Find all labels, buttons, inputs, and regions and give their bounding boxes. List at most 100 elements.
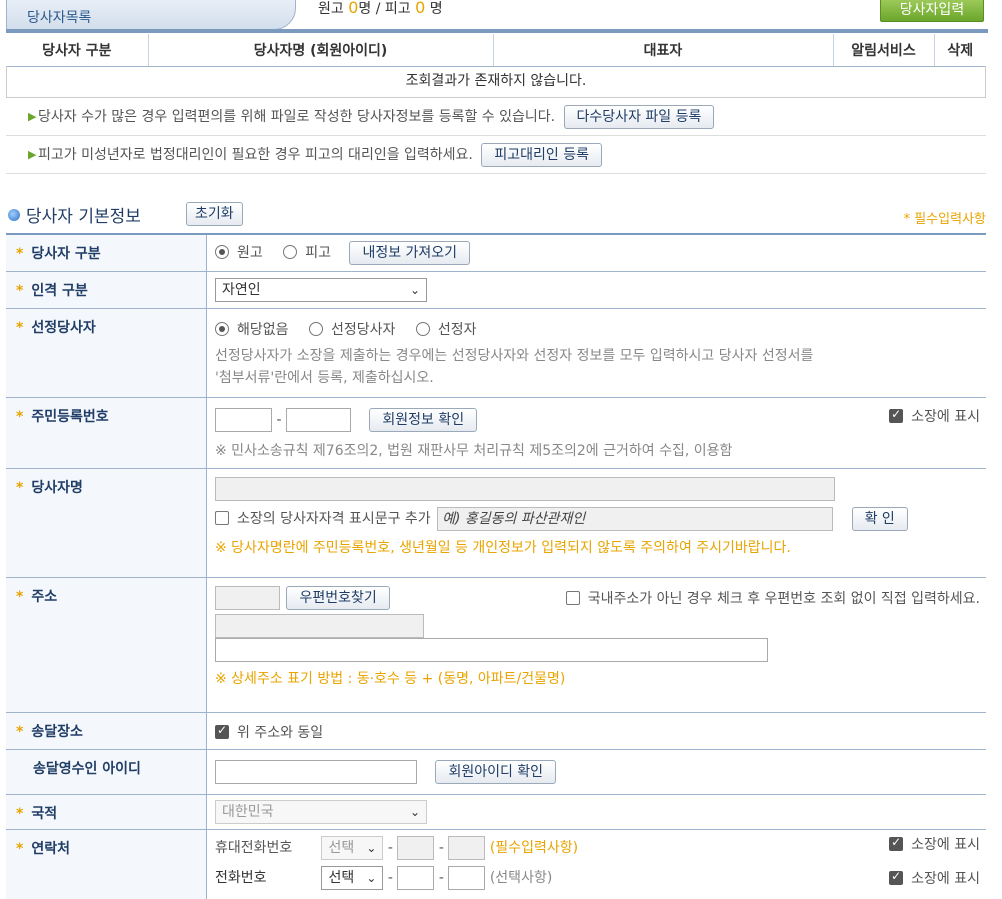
label-party-name-text: 당사자명 bbox=[31, 480, 83, 496]
radio-selector-label: 선정자 bbox=[437, 322, 477, 338]
section-title-text: 당사자 기본정보 bbox=[26, 207, 141, 227]
radio-selected-party[interactable] bbox=[308, 322, 323, 336]
nationality-select[interactable]: 대한민국 ⌄ bbox=[215, 800, 427, 824]
row-address: * 주소 우편번호찾기 국내주소가 아닌 경우 체크 후 우편번호 조회 없이 직… bbox=[6, 578, 986, 713]
mobile-show-check[interactable]: 소장에 표시 bbox=[889, 834, 980, 854]
row-party-name: * 당사자명 소장의 당사자자격 표시문구 추가 예) 홍길동의 파산관재인 확 … bbox=[6, 469, 986, 578]
qualification-input[interactable]: 예) 홍길동의 파산관재인 bbox=[437, 507, 834, 531]
chevron-down-icon: ⌄ bbox=[409, 805, 420, 819]
tab-party-list[interactable]: 당사자목록 bbox=[6, 0, 296, 30]
row-selected-party: * 선정당사자 해당없음 선정당사자 선정자 선정당사자가 소장을 제출하는 경우… bbox=[6, 309, 986, 398]
info-minor: ▶ 피고가 미성년자로 법정대리인이 필요한 경우 피고의 대리인을 입력하세요… bbox=[6, 136, 986, 174]
radio-plaintiff-label: 원고 bbox=[237, 245, 263, 261]
address-base-input[interactable] bbox=[215, 614, 424, 638]
col-party-type: 당사자 구분 bbox=[6, 34, 149, 67]
plaintiff-count: 0 bbox=[348, 0, 359, 17]
party-count: 원고 0명 / 피고 0 명 bbox=[318, 0, 443, 18]
label-delivery: * 송달장소 bbox=[6, 713, 207, 749]
mobile-prefix-select[interactable]: 선택 ⌄ bbox=[321, 836, 384, 860]
label-party-name: * 당사자명 bbox=[6, 469, 207, 577]
content-party-name: 소장의 당사자자격 표시문구 추가 예) 홍길동의 파산관재인 확 인 ※ 당사… bbox=[207, 469, 986, 577]
info-minor-text: 피고가 미성년자로 법정대리인이 필요한 경우 피고의 대리인을 입력하세요. bbox=[38, 147, 473, 163]
row-rrn: * 주민등록번호 - 회원정보 확인 ※ 민사소송규칙 제76조의2, 법원 재판… bbox=[6, 398, 986, 469]
checkbox-qualification[interactable] bbox=[215, 511, 229, 525]
label-selected-party: * 선정당사자 bbox=[6, 309, 207, 397]
label-selected-party-text: 선정당사자 bbox=[31, 320, 96, 336]
party-input-button[interactable]: 당사자입력 bbox=[880, 0, 984, 22]
radio-none[interactable] bbox=[215, 322, 229, 336]
col-delete: 삭제 bbox=[934, 34, 986, 67]
defendant-agent-button[interactable]: 피고대리인 등록 bbox=[481, 143, 602, 167]
rrn-front-input[interactable] bbox=[215, 408, 272, 432]
count-separator: / bbox=[375, 1, 381, 17]
phone-last-input[interactable] bbox=[448, 866, 486, 890]
party-name-input[interactable] bbox=[215, 477, 835, 501]
required-star: * bbox=[16, 724, 24, 740]
label-party-type-text: 당사자 구분 bbox=[31, 246, 101, 262]
mobile-prefix-value: 선택 bbox=[328, 840, 355, 856]
mobile-dash: - bbox=[387, 840, 393, 856]
tab-divider bbox=[6, 29, 988, 33]
party-name-warning: ※ 당사자명란에 주민등록번호, 생년월일 등 개인정보가 입력되지 않도록 주… bbox=[215, 540, 791, 556]
checkbox-phone-show[interactable] bbox=[889, 869, 904, 885]
radio-plaintiff[interactable] bbox=[215, 245, 229, 259]
required-note: * 필수입력사항 bbox=[903, 212, 986, 227]
row-party-type: * 당사자 구분 원고 피고 내정보 가져오기 bbox=[6, 235, 986, 272]
checkbox-rrn-show[interactable] bbox=[889, 407, 904, 423]
phone-mid-input[interactable] bbox=[397, 866, 435, 890]
radio-none-label: 해당없음 bbox=[237, 322, 289, 338]
phone-show-check[interactable]: 소장에 표시 bbox=[889, 868, 980, 888]
address-detail-input[interactable] bbox=[215, 638, 768, 662]
load-my-info-button[interactable]: 내정보 가져오기 bbox=[349, 241, 471, 265]
mobile-last-input[interactable] bbox=[448, 836, 486, 860]
checkbox-mobile-show[interactable] bbox=[889, 835, 904, 851]
qualification-label: 소장의 당사자자격 표시문구 추가 bbox=[237, 511, 431, 527]
rrn-show-check[interactable]: 소장에 표시 bbox=[889, 406, 980, 426]
selected-party-options: 해당없음 선정당사자 선정자 bbox=[215, 319, 978, 341]
multi-file-button[interactable]: 다수당사자 파일 등록 bbox=[563, 105, 715, 129]
label-rrn-text: 주민등록번호 bbox=[31, 409, 109, 425]
label-recipient-id: 송달영수인 아이디 bbox=[6, 750, 207, 794]
required-star: * bbox=[16, 283, 24, 299]
rrn-note: ※ 민사소송규칙 제76조의2, 법원 재판사무 처리규칙 제5조의2에 근거하… bbox=[215, 443, 733, 459]
arrow-icon: ▶ bbox=[28, 148, 37, 161]
member-id-check-button[interactable]: 회원아이디 확인 bbox=[435, 760, 557, 784]
row-nationality: * 국적 대한민국 ⌄ bbox=[6, 795, 986, 830]
chevron-down-icon: ⌄ bbox=[366, 841, 377, 855]
rrn-inputs: - 회원정보 확인 bbox=[215, 408, 978, 432]
content-contact: 휴대전화번호 선택 ⌄ - - (필수입력사항) 소장에 표시 전화번호 선택 ⌄ … bbox=[207, 830, 986, 899]
label-recipient-id-text: 송달영수인 아이디 bbox=[33, 761, 141, 777]
foreign-address-check[interactable]: 국내주소가 아닌 경우 체크 후 우편번호 조회 없이 직접 입력하세요. bbox=[565, 588, 980, 608]
required-star: * bbox=[16, 246, 24, 262]
confirm-button[interactable]: 확 인 bbox=[851, 507, 908, 531]
label-address-text: 주소 bbox=[31, 589, 58, 605]
phone-prefix-select[interactable]: 선택 ⌄ bbox=[321, 866, 384, 890]
checkbox-foreign-address[interactable] bbox=[565, 591, 580, 605]
radio-defendant[interactable] bbox=[283, 245, 298, 259]
radio-selector[interactable] bbox=[415, 322, 430, 336]
mobile-show-label: 소장에 표시 bbox=[911, 837, 980, 853]
selected-party-desc-1: 선정당사자가 소장을 제출하는 경우에는 선정당사자와 선정자 정보를 모두 입… bbox=[215, 348, 814, 364]
plaintiff-count-label: 원고 bbox=[318, 1, 344, 17]
postal-code-input[interactable] bbox=[215, 586, 280, 610]
rrn-back-input[interactable] bbox=[285, 408, 351, 432]
info-multi-text: 당사자 수가 많은 경우 입력편의를 위해 파일로 작성한 당사자정보를 등록할… bbox=[38, 109, 556, 125]
label-person-type-text: 인격 구분 bbox=[31, 283, 88, 299]
postal-search-button[interactable]: 우편번호찾기 bbox=[286, 586, 390, 610]
member-check-button[interactable]: 회원정보 확인 bbox=[369, 408, 478, 432]
recipient-id-input[interactable] bbox=[215, 760, 417, 784]
required-star: * bbox=[16, 409, 24, 425]
qualification-placeholder: 예) 홍길동의 파산관재인 bbox=[442, 511, 586, 527]
mobile-mid-input[interactable] bbox=[397, 836, 435, 860]
rrn-show-label: 소장에 표시 bbox=[911, 409, 980, 425]
person-type-select[interactable]: 자연인 ⌄ bbox=[215, 278, 427, 302]
reset-button[interactable]: 초기화 bbox=[186, 202, 243, 226]
content-party-type: 원고 피고 내정보 가져오기 bbox=[207, 235, 986, 271]
content-nationality: 대한민국 ⌄ bbox=[207, 795, 986, 829]
party-form: * 당사자 구분 원고 피고 내정보 가져오기 * 인격 구분 자연인 ⌄ * 선정당사… bbox=[6, 233, 986, 899]
label-person-type: * 인격 구분 bbox=[6, 272, 207, 308]
foreign-address-label: 국내주소가 아닌 경우 체크 후 우편번호 조회 없이 직접 입력하세요. bbox=[587, 591, 980, 607]
content-address: 우편번호찾기 국내주소가 아닌 경우 체크 후 우편번호 조회 없이 직접 입력… bbox=[207, 578, 986, 712]
mobile-required-note: (필수입력사항) bbox=[489, 840, 579, 856]
checkbox-same-address[interactable] bbox=[215, 723, 229, 739]
